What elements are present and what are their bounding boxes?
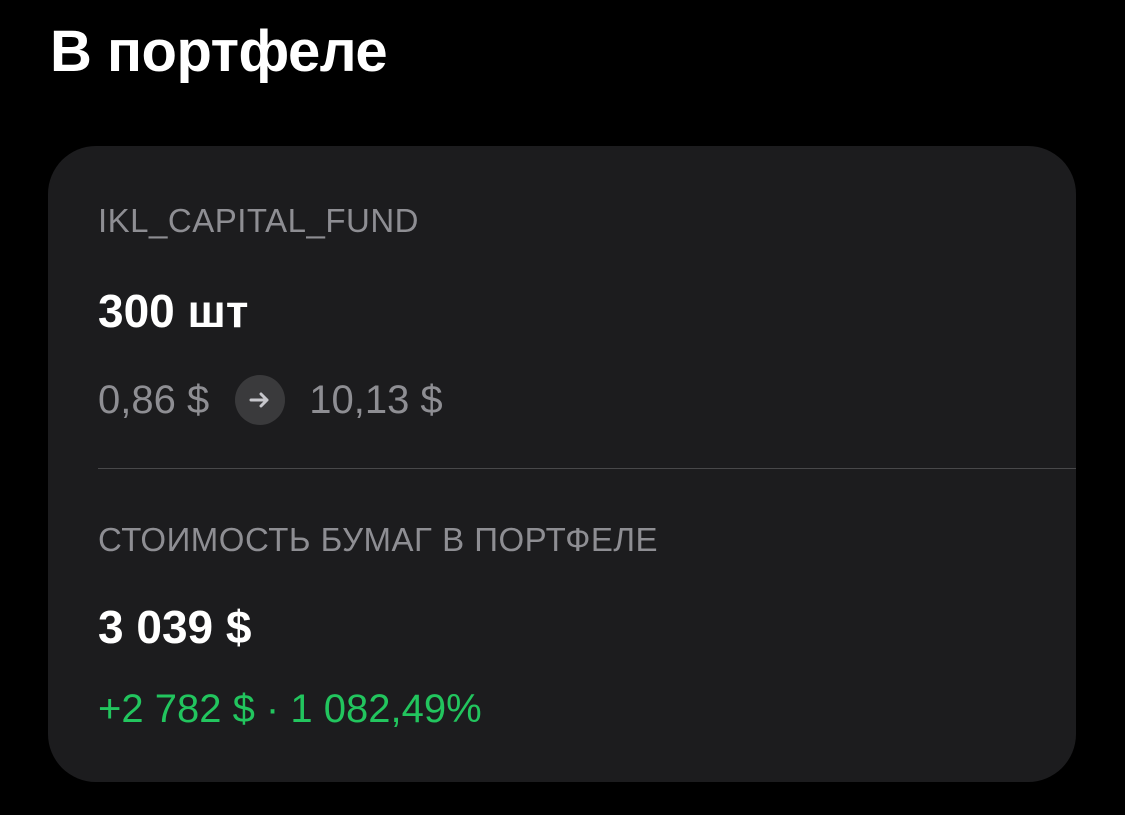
portfolio-value: 3 039 $ xyxy=(98,601,252,653)
divider xyxy=(98,468,1076,469)
portfolio-value-label: СТОИМОСТЬ БУМАГ В ПОРТФЕЛЕ xyxy=(98,521,658,558)
page-title: В портфеле xyxy=(50,19,388,84)
profit-change: +2 782 $ · 1 082,49% xyxy=(98,687,482,731)
position-card[interactable]: IKL_CAPITAL_FUND 300 шт 0,86 $ 10,13 $ С… xyxy=(48,146,1076,782)
price-row: 0,86 $ 10,13 $ xyxy=(98,374,443,426)
arrow-right-icon xyxy=(235,375,286,425)
current-price: 10,13 $ xyxy=(309,377,443,422)
quantity-value: 300 шт xyxy=(98,285,249,337)
buy-price: 0,86 $ xyxy=(98,377,210,422)
ticker-label: IKL_CAPITAL_FUND xyxy=(98,202,419,239)
